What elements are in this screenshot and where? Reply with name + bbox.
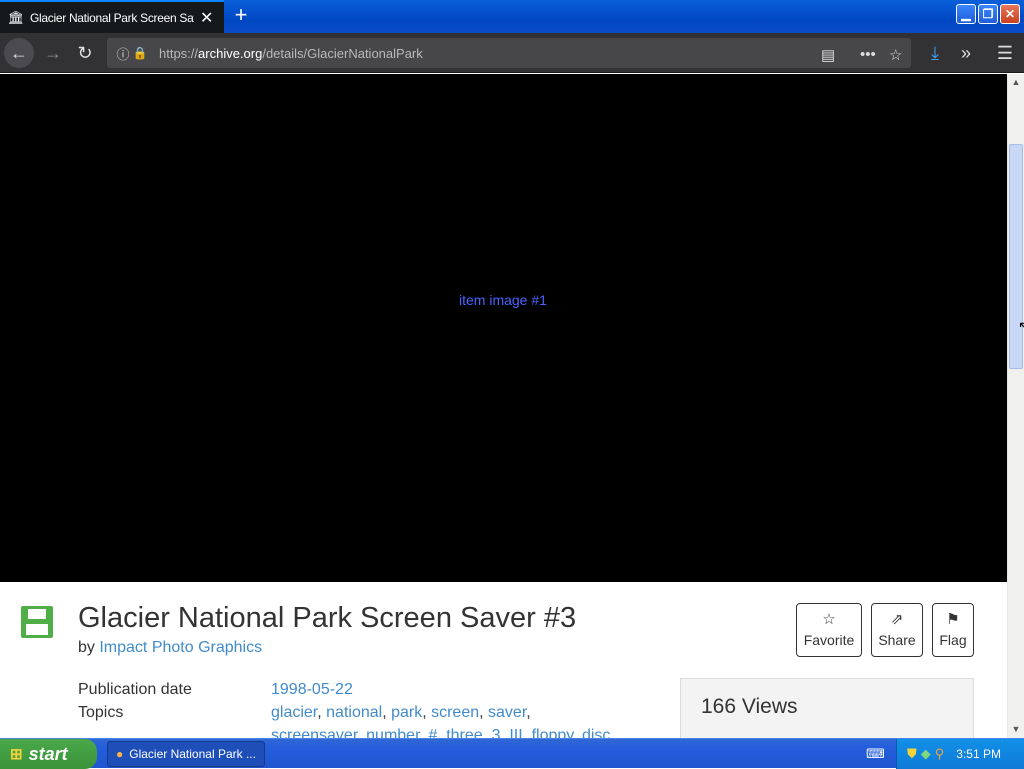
system-tray: ⛊ ◆ ⚲ 3:51 PM bbox=[896, 739, 1024, 769]
navigation-toolbar: ← → ↻ ⓘ 🔒 https://archive.org/details/Gl… bbox=[0, 33, 1024, 73]
publication-date-label: Publication date bbox=[78, 681, 192, 698]
creator-link[interactable]: Impact Photo Graphics bbox=[99, 639, 262, 656]
flag-icon: ⚑ bbox=[946, 611, 960, 628]
taskbar-item-label: Glacier National Park ... bbox=[129, 747, 256, 761]
item-details: Glacier National Park Screen Saver #3 by… bbox=[0, 582, 1007, 748]
page-actions-icon[interactable]: ••• bbox=[860, 46, 876, 63]
favorite-label: Favorite bbox=[803, 632, 855, 648]
overflow-chevron-icon[interactable]: » bbox=[954, 38, 978, 68]
scroll-down-arrow-icon[interactable]: ▼ bbox=[1008, 721, 1024, 738]
close-window-button[interactable]: ✕ bbox=[1000, 4, 1020, 24]
windows-taskbar: ⊞ start ● Glacier National Park ... ⌨ ⛊ ◆ … bbox=[0, 738, 1024, 769]
new-tab-button[interactable]: + bbox=[230, 4, 252, 28]
tab-active[interactable]: 🏛 Glacier National Park Screen Saver #3 … bbox=[0, 0, 224, 33]
browser-titlebar: 🏛 Glacier National Park Screen Saver #3 … bbox=[0, 0, 1024, 33]
start-label: start bbox=[28, 743, 68, 764]
page-scrollbar[interactable]: ▲ ▼ bbox=[1007, 74, 1024, 738]
firefox-icon: ● bbox=[116, 747, 124, 761]
info-icon[interactable]: ⓘ bbox=[115, 44, 131, 63]
address-bar[interactable]: ⓘ 🔒 https://archive.org/details/GlacierN… bbox=[107, 38, 911, 68]
flag-button[interactable]: ⚑ Flag bbox=[932, 603, 974, 657]
tab-title: Glacier National Park Screen Saver #3 | … bbox=[30, 10, 194, 25]
start-button[interactable]: ⊞ start bbox=[0, 739, 97, 769]
scroll-up-arrow-icon[interactable]: ▲ bbox=[1008, 74, 1024, 91]
topic-link[interactable]: glacier bbox=[271, 704, 317, 721]
floppy-disk-icon bbox=[21, 606, 53, 638]
topic-link[interactable]: park bbox=[391, 704, 422, 721]
share-button[interactable]: ⇗ Share bbox=[871, 603, 923, 657]
close-tab-icon[interactable]: ✕ bbox=[200, 8, 213, 28]
hamburger-menu-icon[interactable]: ☰ bbox=[992, 38, 1018, 68]
share-label: Share bbox=[878, 632, 916, 648]
keyboard-icon[interactable]: ⌨ bbox=[866, 746, 885, 762]
forward-button[interactable]: → bbox=[38, 38, 68, 68]
favorite-button[interactable]: ☆ Favorite bbox=[796, 603, 862, 657]
back-button[interactable]: ← bbox=[4, 38, 34, 68]
page-title: Glacier National Park Screen Saver #3 bbox=[78, 602, 577, 634]
item-image-link[interactable]: item image #1 bbox=[459, 292, 547, 308]
star-icon: ☆ bbox=[822, 611, 836, 628]
mouse-cursor-icon: ↖ bbox=[1018, 318, 1024, 334]
archive-favicon-icon: 🏛 bbox=[7, 9, 25, 25]
maximize-button[interactable]: ❐ bbox=[978, 4, 998, 24]
topics-list: glacier, national, park, screen, saver, bbox=[271, 704, 531, 721]
flag-label: Flag bbox=[939, 632, 967, 648]
bookmark-star-icon[interactable]: ☆ bbox=[889, 46, 902, 64]
download-icon[interactable]: ⤓ bbox=[924, 38, 946, 68]
minimize-button[interactable]: ▁ bbox=[956, 4, 976, 24]
creator-byline: by Impact Photo Graphics bbox=[78, 639, 263, 656]
topic-link[interactable]: national bbox=[326, 704, 382, 721]
taskbar-item-browser[interactable]: ● Glacier National Park ... bbox=[107, 741, 265, 767]
publication-date-value[interactable]: 1998-05-22 bbox=[271, 681, 671, 699]
item-image-viewer: item image #1 bbox=[0, 74, 1007, 582]
url-text[interactable]: https://archive.org/details/GlacierNatio… bbox=[159, 46, 423, 61]
insecure-lock-icon[interactable]: 🔒 bbox=[131, 46, 149, 60]
share-icon: ⇗ bbox=[890, 611, 904, 628]
topic-link[interactable]: saver bbox=[488, 704, 526, 721]
search-icon[interactable]: ⚲ bbox=[935, 746, 945, 762]
reload-button[interactable]: ↻ bbox=[70, 38, 100, 68]
topic-link[interactable]: screen bbox=[431, 704, 479, 721]
clock: 3:51 PM bbox=[956, 747, 1001, 761]
scrollbar-thumb[interactable] bbox=[1009, 144, 1023, 369]
reader-view-icon[interactable]: ▤ bbox=[821, 46, 835, 64]
security-shield-icon[interactable]: ⛊ bbox=[907, 746, 917, 762]
network-icon[interactable]: ◆ bbox=[921, 746, 931, 762]
windows-logo-icon: ⊞ bbox=[10, 746, 23, 763]
topics-list-continued[interactable]: screensaver, number, #, three, 3, III, f… bbox=[271, 727, 671, 738]
topics-label: Topics bbox=[78, 704, 124, 721]
